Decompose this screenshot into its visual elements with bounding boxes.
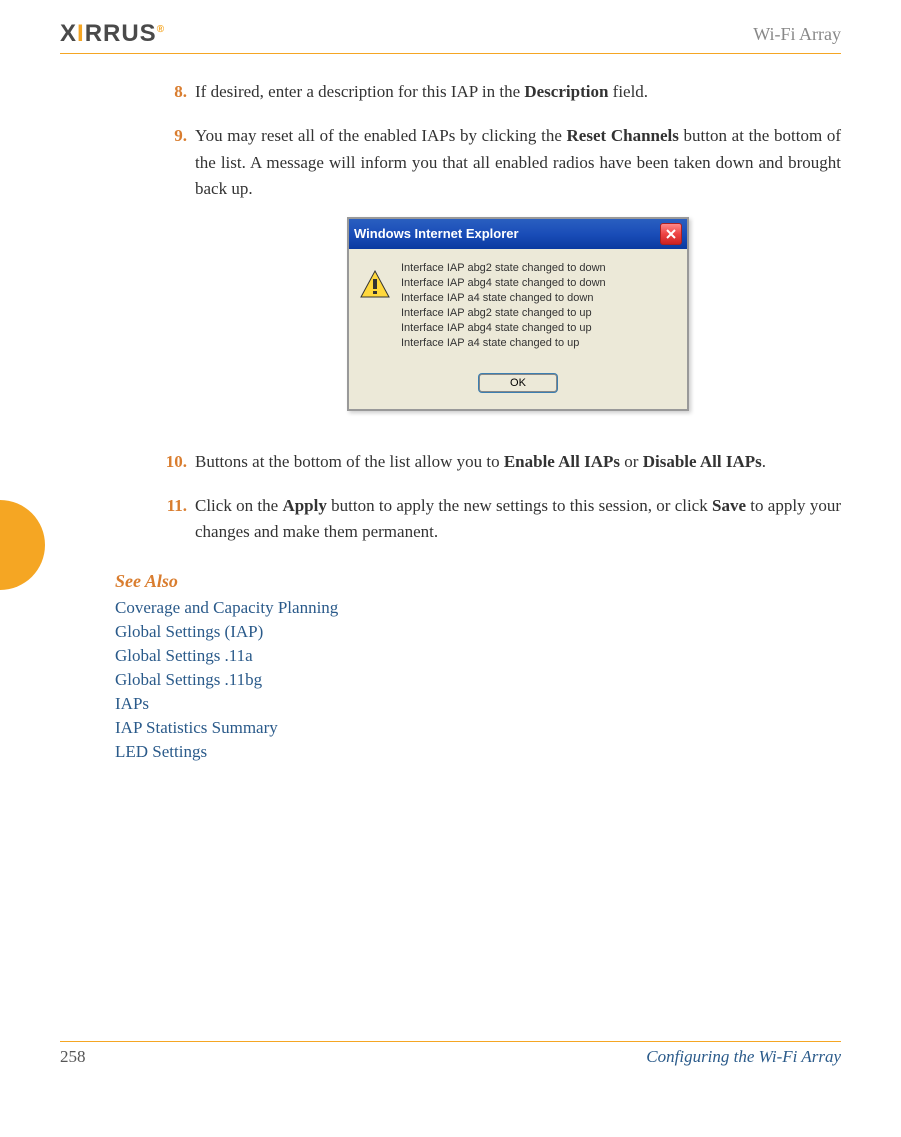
logo-i: I [77,20,85,47]
step-number: 9. [155,123,187,430]
page-header: XIRRUS® Wi-Fi Array [60,20,841,54]
link-global-settings-11bg[interactable]: Global Settings .11bg [115,670,841,690]
ok-button[interactable]: OK [479,374,557,392]
step-text: Buttons at the bottom of the list allow … [195,449,841,475]
page-number: 258 [60,1047,86,1067]
link-coverage-capacity[interactable]: Coverage and Capacity Planning [115,598,841,618]
message-dialog: Windows Internet Explorer [347,217,689,410]
page-footer: 258 Configuring the Wi-Fi Array [60,1041,841,1067]
dialog-message: Interface IAP abg2 state changed to down… [401,261,606,350]
logo-rrus: RRUS [85,20,157,47]
link-iaps[interactable]: IAPs [115,694,841,714]
step-text: Click on the Apply button to apply the n… [195,493,841,546]
step-10: 10. Buttons at the bottom of the list al… [155,449,841,475]
step-text: If desired, enter a description for this… [195,79,841,105]
step-number: 8. [155,79,187,105]
step-11: 11. Click on the Apply button to apply t… [155,493,841,546]
warning-icon [359,269,391,301]
dialog-titlebar: Windows Internet Explorer [349,219,687,249]
link-global-settings-11a[interactable]: Global Settings .11a [115,646,841,666]
see-also-heading: See Also [115,571,841,592]
side-tab-marker [0,500,45,590]
close-button[interactable] [660,223,682,245]
step-text: You may reset all of the enabled IAPs by… [195,123,841,430]
close-icon [666,229,676,239]
footer-section-title: Configuring the Wi-Fi Array [646,1047,841,1067]
step-9: 9. You may reset all of the enabled IAPs… [155,123,841,430]
link-global-settings-iap[interactable]: Global Settings (IAP) [115,622,841,642]
step-number: 10. [155,449,187,475]
dialog-title: Windows Internet Explorer [354,224,519,244]
link-led-settings[interactable]: LED Settings [115,742,841,762]
logo-x: X [60,20,77,47]
step-number: 11. [155,493,187,546]
link-iap-statistics[interactable]: IAP Statistics Summary [115,718,841,738]
logo: XIRRUS® [60,20,165,48]
header-product-name: Wi-Fi Array [753,24,841,45]
step-8: 8. If desired, enter a description for t… [155,79,841,105]
